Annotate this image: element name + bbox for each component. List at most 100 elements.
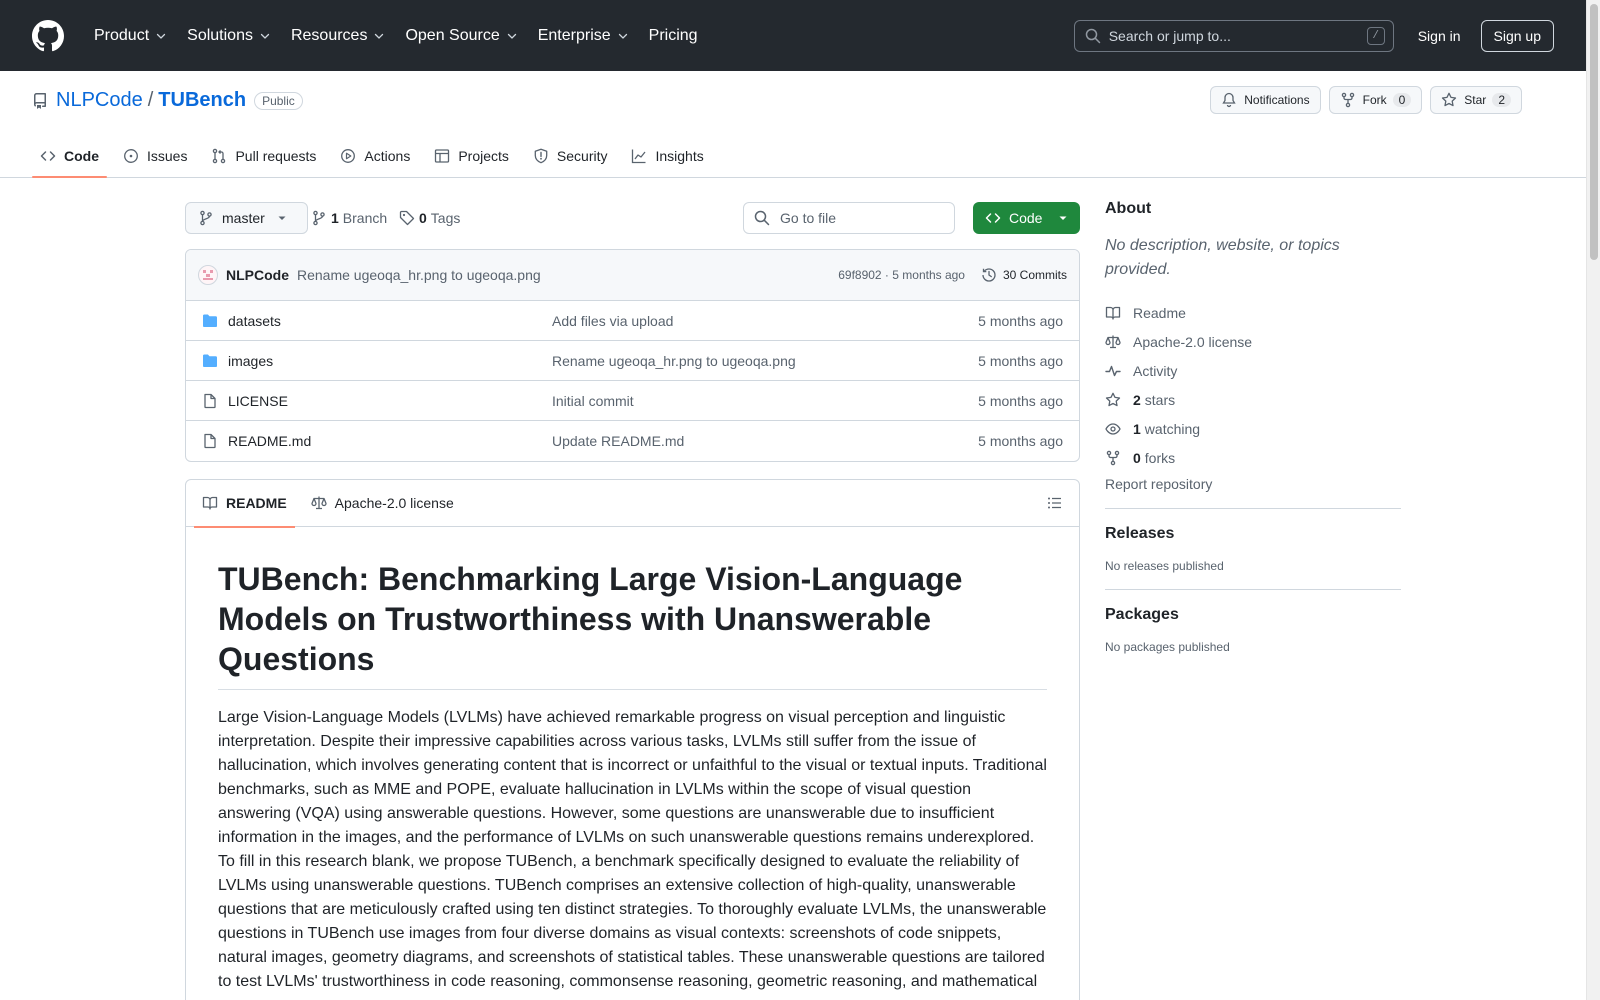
about-links: Readme Apache-2.0 license Activity 2 stars 1 w… (1105, 298, 1401, 472)
file-icon (204, 393, 216, 408)
tab-pull-requests[interactable]: Pull requests (203, 133, 324, 178)
repo-actions: Notifications Fork 0 Star 2 (1202, 86, 1522, 114)
code-icon (985, 213, 1001, 223)
file-toolbar: master 1 Branch 0 Tags Go to file Code (185, 202, 1080, 234)
graph-icon (632, 149, 646, 163)
scrollbar-thumb[interactable] (1590, 4, 1598, 260)
readme-content: TUBench: Benchmarking Large Vision-Langu… (186, 527, 1079, 1000)
history-icon (982, 268, 996, 282)
global-search-input[interactable]: Search or jump to... / (1073, 19, 1394, 52)
book-icon (202, 496, 218, 510)
releases-heading[interactable]: Releases (1105, 525, 1401, 543)
commit-message-link[interactable]: Rename ugeoqa_hr.png to ugeoqa.png (297, 267, 541, 283)
tab-security[interactable]: Security (525, 133, 616, 178)
star-button[interactable]: Star 2 (1430, 86, 1522, 114)
star-icon (1442, 92, 1457, 107)
file-name-link[interactable]: images (228, 353, 273, 369)
commits-count-label: 30 Commits (1002, 268, 1067, 282)
law-icon (311, 496, 327, 510)
search-placeholder: Search or jump to... (1108, 27, 1231, 44)
branch-selector-button[interactable]: master (185, 202, 308, 234)
repo-name-link[interactable]: TUBench (158, 89, 246, 112)
sidebar-link-count: 0 (1133, 449, 1141, 466)
file-commit-message-link[interactable]: Update README.md (552, 433, 684, 449)
fork-icon (1106, 450, 1120, 465)
file-commit-message-link[interactable]: Add files via upload (552, 313, 673, 329)
about-heading: About (1105, 200, 1152, 217)
page-scrollbar[interactable] (1586, 0, 1600, 1000)
code-download-button[interactable]: Code (973, 202, 1080, 234)
github-logo-icon[interactable] (32, 19, 64, 52)
nav-product[interactable]: Product (86, 19, 175, 53)
sidebar-link-stars[interactable]: 2 stars (1105, 385, 1401, 414)
nav-label: Enterprise (537, 26, 611, 44)
file-row: LICENSE Initial commit 5 months ago (186, 381, 1079, 421)
caret-down-icon (1059, 216, 1067, 220)
nav-label: Open Source (405, 26, 500, 44)
play-icon (341, 148, 356, 163)
chevron-down-icon (156, 33, 166, 39)
avatar[interactable] (198, 265, 218, 285)
branch-icon (200, 210, 212, 226)
file-commit-message-link[interactable]: Initial commit (552, 393, 634, 409)
chevron-down-icon (375, 33, 384, 39)
file-row: images Rename ugeoqa_hr.png to ugeoqa.png… (186, 341, 1079, 381)
tab-code[interactable]: Code (32, 133, 107, 178)
code-button-label: Code (1009, 210, 1043, 226)
sign-up-button[interactable]: Sign up (1480, 19, 1554, 52)
table-of-contents-icon[interactable] (1047, 495, 1063, 511)
chevron-down-icon (618, 33, 627, 39)
branches-link[interactable]: 1 Branch (311, 202, 387, 234)
tab-label: Issues (147, 147, 188, 164)
sidebar-link-count: 1 (1133, 420, 1141, 437)
sidebar-link-readme[interactable]: Readme (1105, 298, 1401, 327)
file-name-link[interactable]: README.md (228, 433, 311, 449)
issue-icon (124, 148, 138, 163)
go-to-file-input[interactable]: Go to file (743, 202, 955, 234)
readme-tab[interactable]: README (194, 480, 295, 528)
sidebar-divider (1105, 508, 1401, 509)
repo-header: NLPCode / TUBench Public Notifications F… (0, 71, 1586, 178)
file-commit-message-link[interactable]: Rename ugeoqa_hr.png to ugeoqa.png (552, 353, 796, 369)
repo-owner-link[interactable]: NLPCode (56, 89, 143, 112)
notifications-button[interactable]: Notifications (1210, 86, 1321, 114)
tab-insights[interactable]: Insights (623, 133, 711, 178)
chevron-down-icon (260, 33, 270, 39)
sidebar-link-watching[interactable]: 1 watching (1105, 414, 1401, 443)
search-icon (754, 210, 770, 226)
sidebar-link-forks[interactable]: 0 forks (1105, 443, 1401, 472)
sidebar-link-apache-2-0-license[interactable]: Apache-2.0 license (1105, 327, 1401, 356)
file-name-link[interactable]: datasets (228, 313, 281, 329)
commit-hash-and-time[interactable]: 69f8902 · 5 months ago (838, 268, 965, 282)
packages-empty-text: No packages published (1105, 640, 1230, 654)
tab-projects[interactable]: Projects (426, 133, 517, 178)
fork-icon (1341, 92, 1354, 108)
sidebar-link-activity[interactable]: Activity (1105, 356, 1401, 385)
fork-button[interactable]: Fork 0 (1328, 86, 1423, 114)
sidebar-divider (1105, 589, 1401, 590)
nav-solutions[interactable]: Solutions (179, 19, 279, 53)
tab-actions[interactable]: Actions (332, 133, 418, 178)
commit-author-link[interactable]: NLPCode (226, 267, 289, 283)
nav-enterprise[interactable]: Enterprise (530, 19, 637, 53)
tab-issues[interactable]: Issues (115, 133, 195, 178)
sidebar-link-label: Activity (1133, 362, 1178, 379)
branch-name: master (222, 210, 265, 226)
file-name-link[interactable]: LICENSE (228, 393, 288, 409)
readme-paragraph: Large Vision-Language Models (LVLMs) hav… (218, 709, 1047, 990)
repo-path-separator: / (147, 89, 154, 111)
packages-heading[interactable]: Packages (1105, 606, 1401, 624)
license-tab[interactable]: Apache-2.0 license (303, 480, 462, 527)
report-repository-link[interactable]: Report repository (1105, 476, 1401, 492)
about-description: No description, website, or topics provi… (1105, 237, 1340, 278)
nav-resources[interactable]: Resources (283, 19, 393, 53)
file-commit-age: 5 months ago (978, 312, 1063, 329)
pull-request-icon (213, 148, 226, 163)
nav-pricing[interactable]: Pricing (641, 19, 706, 53)
nav-open-source[interactable]: Open Source (397, 19, 525, 53)
nav-label: Pricing (648, 26, 698, 44)
file-commit-age: 5 months ago (978, 352, 1063, 369)
sign-in-link[interactable]: Sign in (1418, 28, 1461, 44)
tags-link[interactable]: 0 Tags (399, 202, 460, 234)
commits-history-link[interactable]: 30 Commits (981, 267, 1067, 283)
